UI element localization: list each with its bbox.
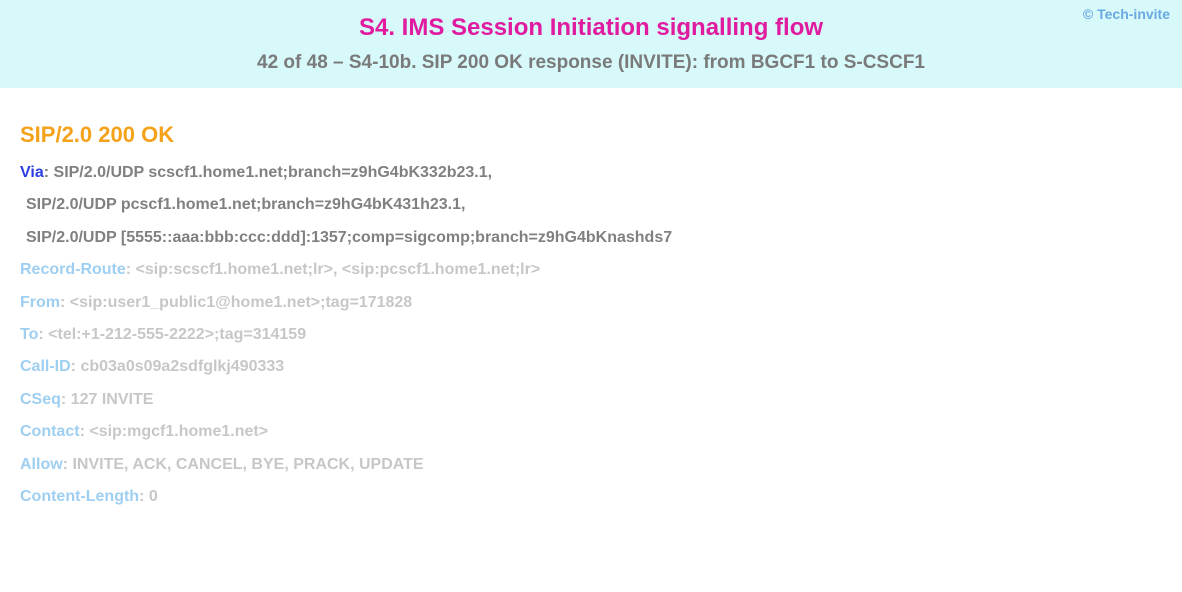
cseq-header: CSeq: 127 INVITE <box>20 389 1162 411</box>
cseq-value: 127 INVITE <box>71 391 154 408</box>
via-line-2-row: SIP/2.0/UDP pcscf1.home1.net;branch=z9hG… <box>26 194 1162 216</box>
record-route-label: Record-Route <box>20 261 126 278</box>
content-length-label: Content-Length <box>20 488 139 505</box>
via-line-2: SIP/2.0/UDP pcscf1.home1.net;branch=z9hG… <box>26 196 465 213</box>
content-length-header: Content-Length: 0 <box>20 486 1162 508</box>
content-length-value: 0 <box>149 488 158 505</box>
from-header: From: <sip:user1_public1@home1.net>;tag=… <box>20 292 1162 314</box>
page-title: S4. IMS Session Initiation signalling fl… <box>12 10 1170 42</box>
via-label: Via <box>20 164 44 181</box>
from-value: <sip:user1_public1@home1.net>;tag=171828 <box>70 294 412 311</box>
via-header: Via: SIP/2.0/UDP scscf1.home1.net;branch… <box>20 162 1162 184</box>
cseq-label: CSeq <box>20 391 61 408</box>
allow-header: Allow: INVITE, ACK, CANCEL, BYE, PRACK, … <box>20 454 1162 476</box>
contact-header: Contact: <sip:mgcf1.home1.net> <box>20 421 1162 443</box>
contact-label: Contact <box>20 423 80 440</box>
to-label: To <box>20 326 38 343</box>
copyright-text: © Tech-invite <box>1083 6 1170 22</box>
call-id-value: cb03a0s09a2sdfglkj490333 <box>80 358 284 375</box>
call-id-header: Call-ID: cb03a0s09a2sdfglkj490333 <box>20 356 1162 378</box>
via-line-1: SIP/2.0/UDP scscf1.home1.net;branch=z9hG… <box>54 164 493 181</box>
record-route-value: <sip:scscf1.home1.net;lr>, <sip:pcscf1.h… <box>136 261 541 278</box>
contact-value: <sip:mgcf1.home1.net> <box>89 423 268 440</box>
to-value: <tel:+1-212-555-2222>;tag=314159 <box>48 326 306 343</box>
call-id-label: Call-ID <box>20 358 71 375</box>
from-label: From <box>20 294 60 311</box>
page-subtitle: 42 of 48 – S4-10b. SIP 200 OK response (… <box>12 52 1170 74</box>
to-header: To: <tel:+1-212-555-2222>;tag=314159 <box>20 324 1162 346</box>
via-line-3-row: SIP/2.0/UDP [5555::aaa:bbb:ccc:ddd]:1357… <box>26 227 1162 249</box>
allow-label: Allow <box>20 456 63 473</box>
via-line-3: SIP/2.0/UDP [5555::aaa:bbb:ccc:ddd]:1357… <box>26 229 672 246</box>
sip-status-line: SIP/2.0 200 OK <box>20 122 1162 148</box>
header-banner: © Tech-invite S4. IMS Session Initiation… <box>0 0 1182 88</box>
sip-message-body: SIP/2.0 200 OK Via: SIP/2.0/UDP scscf1.h… <box>0 88 1182 508</box>
record-route-header: Record-Route: <sip:scscf1.home1.net;lr>,… <box>20 259 1162 281</box>
allow-value: INVITE, ACK, CANCEL, BYE, PRACK, UPDATE <box>72 456 423 473</box>
